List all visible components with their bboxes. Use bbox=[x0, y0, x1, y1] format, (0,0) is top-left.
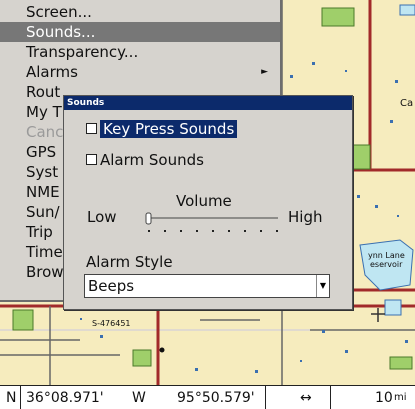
slider-thumb[interactable] bbox=[145, 212, 152, 225]
alarm-sounds-checkbox[interactable]: Alarm Sounds bbox=[86, 150, 204, 170]
menu-item-label: Sounds... bbox=[26, 23, 96, 41]
status-divider bbox=[265, 386, 266, 409]
menu-item-transparency[interactable]: Transparency... bbox=[0, 42, 280, 62]
key-press-sounds-checkbox[interactable]: Key Press Sounds bbox=[86, 119, 238, 139]
alarm-sounds-label: Alarm Sounds bbox=[100, 151, 204, 169]
alarm-style-value: Beeps bbox=[88, 277, 135, 295]
pan-arrow-icon: ↔ bbox=[300, 390, 312, 406]
menu-item-label: My T bbox=[26, 103, 62, 121]
volume-label: Volume bbox=[176, 192, 232, 210]
menu-item-label: Trip bbox=[26, 223, 53, 241]
zoom-range-value: 10 bbox=[375, 390, 393, 406]
volume-high-label: High bbox=[288, 208, 323, 226]
status-divider bbox=[20, 386, 21, 409]
menu-item-label: NME bbox=[26, 183, 60, 201]
menu-item-label: Alarms bbox=[26, 63, 78, 81]
map-label-road: S-476451 bbox=[92, 319, 131, 328]
alarm-style-label: Alarm Style bbox=[86, 253, 173, 271]
map-label-lake-2: eservoir bbox=[370, 260, 403, 269]
gps-screen: Ca ynn Lane eservoir S-476451 Screen... … bbox=[0, 0, 415, 409]
dialog-title: Sounds bbox=[64, 96, 352, 110]
key-press-sounds-label: Key Press Sounds bbox=[100, 120, 238, 138]
alarm-style-select[interactable]: Beeps ▼ bbox=[84, 274, 330, 298]
checkbox-box bbox=[86, 122, 97, 134]
map-cursor bbox=[159, 347, 165, 353]
menu-item-label: GPS bbox=[26, 143, 57, 161]
zoom-range-unit: mi bbox=[394, 392, 407, 403]
menu-item-label: Rout bbox=[26, 83, 61, 101]
latitude-value: 36°08.971' bbox=[26, 390, 104, 406]
menu-item-screen[interactable]: Screen... bbox=[0, 2, 280, 22]
volume-slider[interactable] bbox=[142, 210, 280, 236]
latitude-prefix: N bbox=[6, 390, 17, 406]
slider-ticks bbox=[148, 230, 278, 232]
sounds-dialog: Sounds Key Press Sounds Alarm Sounds Vol… bbox=[63, 95, 353, 310]
map-label-lake-1: ynn Lane bbox=[368, 251, 405, 260]
longitude-prefix: W bbox=[132, 390, 146, 406]
chevron-down-icon[interactable]: ▼ bbox=[316, 275, 329, 297]
menu-item-label: Syst bbox=[26, 163, 59, 181]
menu-item-label: Sun/ bbox=[26, 203, 60, 221]
status-bar: N 36°08.971' W 95°50.579' ↔ 10 mi bbox=[0, 385, 415, 409]
longitude-value: 95°50.579' bbox=[177, 390, 255, 406]
menu-item-alarms[interactable]: Alarms ► bbox=[0, 62, 280, 82]
status-divider bbox=[330, 386, 331, 409]
menu-item-label: Time bbox=[26, 243, 63, 261]
submenu-arrow-icon: ► bbox=[261, 67, 268, 77]
checkbox-box bbox=[86, 153, 97, 165]
menu-item-label: Brow bbox=[26, 263, 64, 281]
volume-low-label: Low bbox=[87, 208, 117, 226]
map-label-partial: Ca bbox=[400, 98, 413, 109]
menu-item-label: Screen... bbox=[26, 3, 92, 21]
menu-item-label: Canc bbox=[26, 123, 64, 141]
menu-item-sounds[interactable]: Sounds... bbox=[0, 22, 280, 42]
menu-item-label: Transparency... bbox=[26, 43, 139, 61]
